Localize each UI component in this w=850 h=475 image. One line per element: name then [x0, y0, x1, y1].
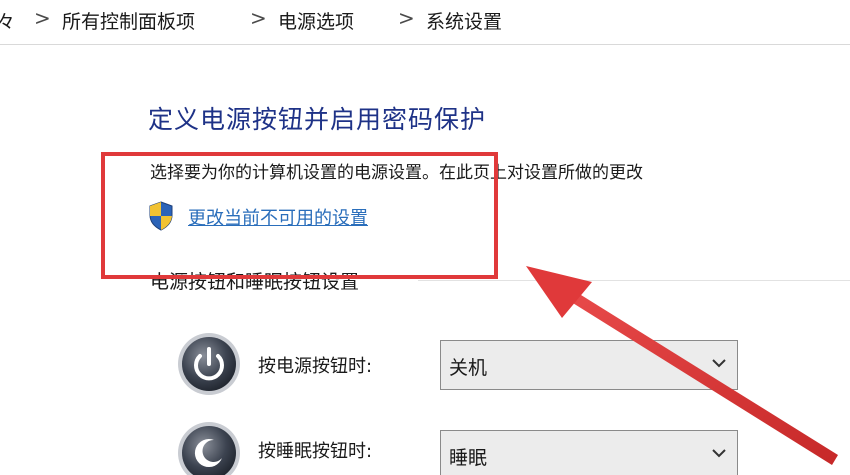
change-unavailable-settings-link[interactable]: 更改当前不可用的设置 — [188, 204, 368, 230]
annotation-arrow — [526, 266, 838, 465]
breadcrumb-item-power-options[interactable]: 电源选项 — [278, 7, 354, 34]
page-title: 定义电源按钮并启用密码保护 — [148, 105, 487, 134]
breadcrumb-item-system-settings[interactable]: 系统设置 — [426, 7, 502, 34]
power-button-action-select[interactable]: 关机 — [440, 340, 738, 390]
chevron-down-icon — [712, 359, 726, 368]
power-system-settings-window: 々 > 所有控制面板项 > 电源选项 > 系统设置 定义电源按钮并启用密码保护 … — [0, 0, 850, 475]
sleep-button-label: 按睡眠按钮时: — [258, 441, 373, 462]
breadcrumb: 々 > 所有控制面板项 > 电源选项 > 系统设置 — [0, 0, 850, 45]
breadcrumb-separator: > — [250, 6, 267, 30]
power-button-label: 按电源按钮时: — [258, 356, 373, 377]
chevron-down-icon — [712, 449, 726, 458]
breadcrumb-separator: > — [34, 6, 51, 30]
breadcrumb-separator: > — [398, 6, 415, 30]
breadcrumb-item-all-control-panel[interactable]: 所有控制面板项 — [62, 7, 195, 34]
page-description: 选择要为你的计算机设置的电源设置。在此页上对设置所做的更改 — [150, 163, 643, 183]
breadcrumb-partial: 々 — [0, 11, 16, 33]
sleep-button-action-value: 睡眠 — [449, 447, 488, 469]
sleep-icon — [178, 422, 240, 475]
section-title: 电源按钮和睡眠按钮设置 — [150, 271, 360, 293]
section-divider — [418, 280, 850, 281]
power-icon — [178, 333, 240, 395]
shield-icon — [149, 201, 173, 231]
power-button-action-value: 关机 — [449, 357, 488, 379]
sleep-button-action-select[interactable]: 睡眠 — [440, 430, 738, 475]
